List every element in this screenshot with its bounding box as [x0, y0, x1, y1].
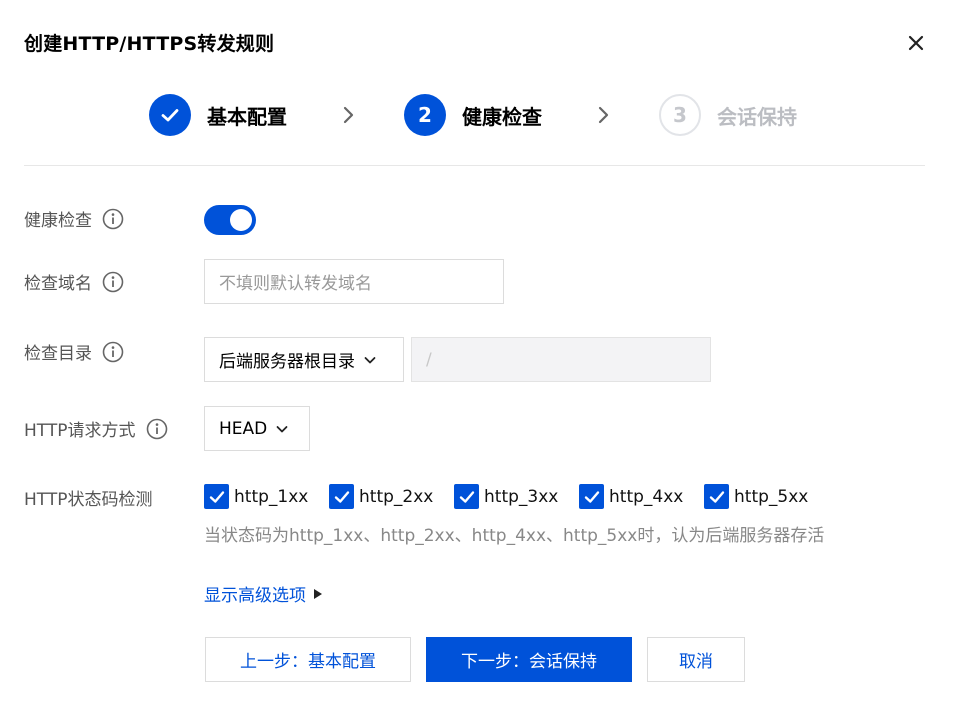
checkbox-box[interactable]: [454, 484, 479, 509]
checkbox-http-2xx[interactable]: http_2xx: [329, 484, 433, 509]
check-path-placeholder: /: [426, 349, 432, 370]
http-method-label: HTTP请求方式: [24, 416, 168, 441]
close-button[interactable]: [904, 31, 928, 55]
step-basic-config: 基本配置: [149, 93, 287, 137]
check-path-label: 检查目录: [24, 339, 124, 364]
checkbox-http-3xx[interactable]: http_3xx: [454, 484, 558, 509]
check-icon: [161, 109, 179, 122]
checkmark-icon: [334, 490, 349, 503]
info-icon[interactable]: [102, 271, 124, 293]
checkbox-http-5xx[interactable]: http_5xx: [704, 484, 808, 509]
checkbox-label: http_4xx: [609, 486, 684, 507]
step-3-label: 会话保持: [717, 104, 797, 129]
caret-right-icon: [314, 588, 322, 599]
step-3-circle: 3: [659, 94, 701, 136]
status-code-label: HTTP状态码检测: [24, 490, 153, 510]
checkbox-label: http_1xx: [234, 486, 309, 507]
info-icon[interactable]: [146, 418, 168, 440]
checkbox-label: http_3xx: [484, 486, 559, 507]
check-path-select[interactable]: 后端服务器根目录: [204, 337, 404, 382]
checkmark-icon: [709, 490, 724, 503]
check-domain-input[interactable]: 不填则默认转发域名: [204, 259, 504, 304]
checkbox-box[interactable]: [579, 484, 604, 509]
cancel-button[interactable]: 取消: [647, 637, 745, 682]
check-domain-label: 检查域名: [24, 269, 124, 294]
info-icon[interactable]: [102, 208, 124, 230]
http-method-value: HEAD: [219, 418, 268, 439]
prev-step-button[interactable]: 上一步：基本配置: [205, 637, 411, 682]
checkbox-box[interactable]: [329, 484, 354, 509]
dialog-title: 创建HTTP/HTTPS转发规则: [24, 33, 275, 55]
step-2-circle: 2: [404, 94, 446, 136]
toggle-knob: [230, 209, 252, 231]
checkmark-icon: [584, 490, 599, 503]
checkmark-icon: [209, 490, 224, 503]
checkbox-label: http_2xx: [359, 486, 434, 507]
check-domain-placeholder: 不填则默认转发域名: [219, 274, 372, 294]
checkbox-box[interactable]: [204, 484, 229, 509]
checkbox-http-1xx[interactable]: http_1xx: [204, 484, 308, 509]
checkbox-http-4xx[interactable]: http_4xx: [579, 484, 683, 509]
http-method-select[interactable]: HEAD: [204, 406, 310, 451]
step-2-label: 健康检查: [462, 104, 542, 129]
close-icon: [908, 35, 924, 51]
checkbox-label: http_5xx: [734, 486, 809, 507]
chevron-right-icon: [343, 106, 354, 124]
check-path-input[interactable]: /: [411, 337, 711, 382]
health-check-toggle[interactable]: [204, 205, 256, 235]
step-1-circle: [149, 94, 191, 136]
step-session-persistence: 3 会话保持: [659, 93, 797, 137]
divider: [24, 165, 925, 166]
chevron-right-icon: [598, 106, 609, 124]
status-code-hint: 当状态码为http_1xx、http_2xx、http_4xx、http_5xx…: [204, 526, 825, 546]
checkbox-box[interactable]: [704, 484, 729, 509]
chevron-down-icon: [364, 356, 376, 363]
step-1-label: 基本配置: [207, 104, 287, 129]
check-path-select-value: 后端服务器根目录: [219, 352, 355, 372]
health-check-label: 健康检查: [24, 206, 124, 231]
checkmark-icon: [459, 490, 474, 503]
next-step-button[interactable]: 下一步：会话保持: [426, 637, 632, 682]
show-advanced-link[interactable]: 显示高级选项: [204, 581, 323, 606]
chevron-down-icon: [276, 425, 288, 432]
info-icon[interactable]: [102, 341, 124, 363]
step-health-check: 2 健康检查: [404, 93, 542, 137]
steps-bar: 基本配置 2 健康检查 3 会话保持: [0, 93, 957, 137]
